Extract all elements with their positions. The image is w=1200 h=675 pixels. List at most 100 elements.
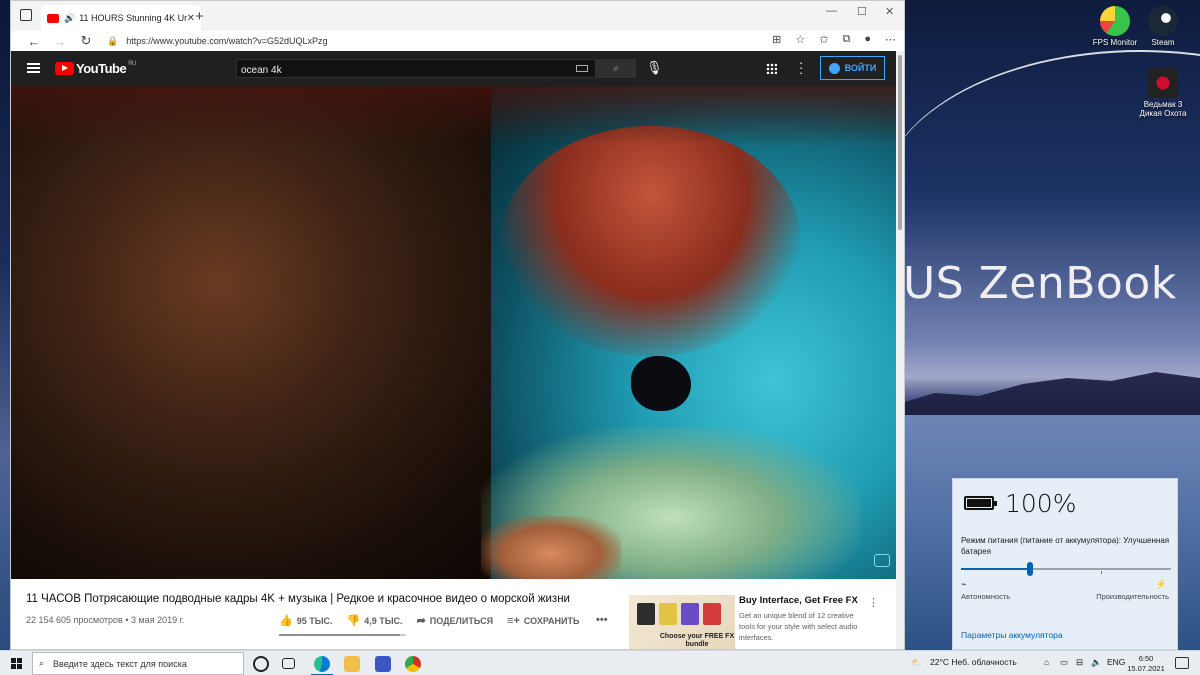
url-text: https://www.youtube.com/watch?v=G52dUQLx… [126,36,328,46]
signin-label: ВОЙТИ [844,63,877,73]
tab-close-icon[interactable]: ✕ [187,13,195,24]
maximize-button[interactable]: ☐ [857,5,867,18]
video-player[interactable] [11,86,896,579]
video-title: 11 ЧАСОВ Потрясающие подводные кадры 4K … [26,593,570,605]
search-icon: ⌕ [39,658,45,668]
reload-button[interactable]: ↻ [73,33,99,49]
channel-watermark-icon[interactable] [874,554,890,567]
more-actions-button[interactable]: ••• [596,614,608,626]
power-slider-knob[interactable] [1027,562,1034,576]
dislike-button[interactable]: 👎 4,9 ТЫС. [347,614,403,627]
power-slider-fill [961,568,1031,570]
lightning-icon: ⚡ [1155,579,1167,589]
battery-tray-icon[interactable]: ▭ [1060,657,1068,668]
wallpaper-brand: US ZenBook [903,258,1177,309]
save-button[interactable]: ≡+ СОХРАНИТЬ [507,614,579,627]
leaf-icon: ⌁ [961,579,967,589]
app-icon[interactable] [375,656,391,672]
forward-button[interactable]: → [47,34,73,49]
taskbar: ⌕ Введите здесь текст для поиска ⛅ 22°C … [0,650,1200,675]
fps-monitor-icon [1100,6,1130,36]
signin-button[interactable]: ВОЙТИ [820,56,885,80]
lock-icon[interactable]: 🔒 [107,36,118,47]
desktop-icon-label: Steam [1151,38,1175,47]
save-label: СОХРАНИТЬ [523,615,580,626]
notification-center-icon[interactable] [1175,657,1189,669]
power-mode-slider[interactable] [961,562,1171,576]
youtube-favicon-icon [47,13,59,23]
network-icon[interactable]: ⊟ [1076,657,1083,668]
taskbar-search-placeholder: Введите здесь текст для поиска [53,658,187,669]
youtube-play-icon [55,62,74,75]
scrollbar-thumb[interactable] [898,55,902,230]
settings-more-icon[interactable]: ⋯ [885,33,896,46]
region-code: RU [128,61,136,67]
volume-icon[interactable]: 🔈 [1091,657,1102,668]
desktop-icon-witcher[interactable]: Ведьмак 3 Дикая Охота [1134,68,1192,118]
url-field[interactable]: 🔒 https://www.youtube.com/watch?v=G52dUQ… [107,36,328,47]
tab-actions-icon[interactable] [20,9,32,21]
taskbar-search[interactable]: ⌕ Введите здесь текст для поиска [32,652,244,675]
windows-start-icon[interactable] [11,658,22,669]
edge-icon[interactable] [314,656,330,672]
desktop-icon-steam[interactable]: Steam [1134,6,1192,47]
menu-icon[interactable] [27,63,40,73]
battery-percent: 100% [1005,489,1077,518]
cortana-icon[interactable] [253,656,269,672]
power-mode-label: Режим питания (питание от аккумулятора):… [961,536,1170,556]
dislike-count: 4,9 ТЫС. [364,615,403,626]
clock-time: 6:50 [1138,654,1154,663]
slider-left-label: Автономность [961,592,1011,601]
ad-title[interactable]: Buy Interface, Get Free FX [739,595,858,606]
close-window-button[interactable]: ✕ [885,5,894,18]
like-button[interactable]: 👍 95 ТЫС. [279,614,333,627]
clock-date: 15.07.2021 [1127,664,1165,673]
weather-text[interactable]: 22°C Неб. облачность [930,657,1017,667]
desktop-left-edge [0,0,10,650]
favorite-star-icon[interactable]: ☆ [795,33,805,46]
desktop-icon-label: Ведьмак 3 Дикая Охота [1139,100,1187,118]
like-count: 95 ТЫС. [296,615,333,626]
search-icon: ⌕ [613,63,619,74]
ad-description: Get an unique blend of 12 creative tools… [739,611,858,642]
back-button[interactable]: ← [21,34,47,49]
new-tab-button[interactable]: + [195,8,204,25]
people-icon[interactable]: ⌂ [1044,657,1049,667]
search-box [236,59,596,79]
minimize-button[interactable]: — [826,5,837,17]
ad-product-box [637,603,655,625]
chrome-icon[interactable] [405,656,421,672]
playlist-add-icon: ≡+ [507,614,520,627]
settings-dots-icon[interactable]: · · · [799,56,803,79]
file-explorer-icon[interactable] [344,656,360,672]
keyboard-icon[interactable] [576,65,588,72]
page-scrollbar[interactable] [896,51,904,649]
youtube-logo[interactable]: YouTube RU [55,61,136,76]
thumb-up-icon: 👍 [279,615,293,627]
profile-avatar-icon[interactable]: ● [864,33,871,46]
weather-icon[interactable]: ⛅ [911,657,922,668]
slider-right-label: Производительность [1096,592,1169,601]
language-indicator[interactable]: ENG [1107,657,1125,667]
like-ratio-fill [279,634,400,636]
ad-thumbnail[interactable]: Choose your FREE FX bundle [629,595,735,649]
battery-settings-link[interactable]: Параметры аккумулятора [961,630,1063,640]
favorites-icon[interactable]: ✩ [819,33,828,46]
wallpaper-mountains [905,372,1200,420]
ad-product-box [703,603,721,625]
task-view-icon[interactable] [282,658,295,669]
tab-title: 11 HOURS Stunning 4K Und [79,13,187,23]
browser-tab-active[interactable]: 🔊 11 HOURS Stunning 4K Und ✕ [41,5,201,31]
desktop-icon-label: FPS Monitor [1092,38,1138,47]
collections-icon[interactable]: ⧉ [842,33,850,46]
clock[interactable]: 6:50 15.07.2021 [1126,654,1166,674]
share-button[interactable]: ➦ ПОДЕЛИТЬСЯ [417,614,493,627]
ad-menu-icon[interactable]: ⋮ [868,596,879,609]
microphone-icon[interactable]: 🎙 [646,60,663,76]
apps-grid-icon[interactable] [766,63,777,74]
search-button[interactable]: ⌕ [596,59,636,78]
search-input[interactable] [237,62,595,79]
video-actions: 👍 95 ТЫС. 👎 4,9 ТЫС. ➦ ПОДЕЛИТЬСЯ ≡+ СОХРАНИ… [279,614,579,628]
app-available-icon[interactable]: ⊞ [772,33,781,46]
speaker-icon[interactable]: 🔊 [64,13,75,24]
